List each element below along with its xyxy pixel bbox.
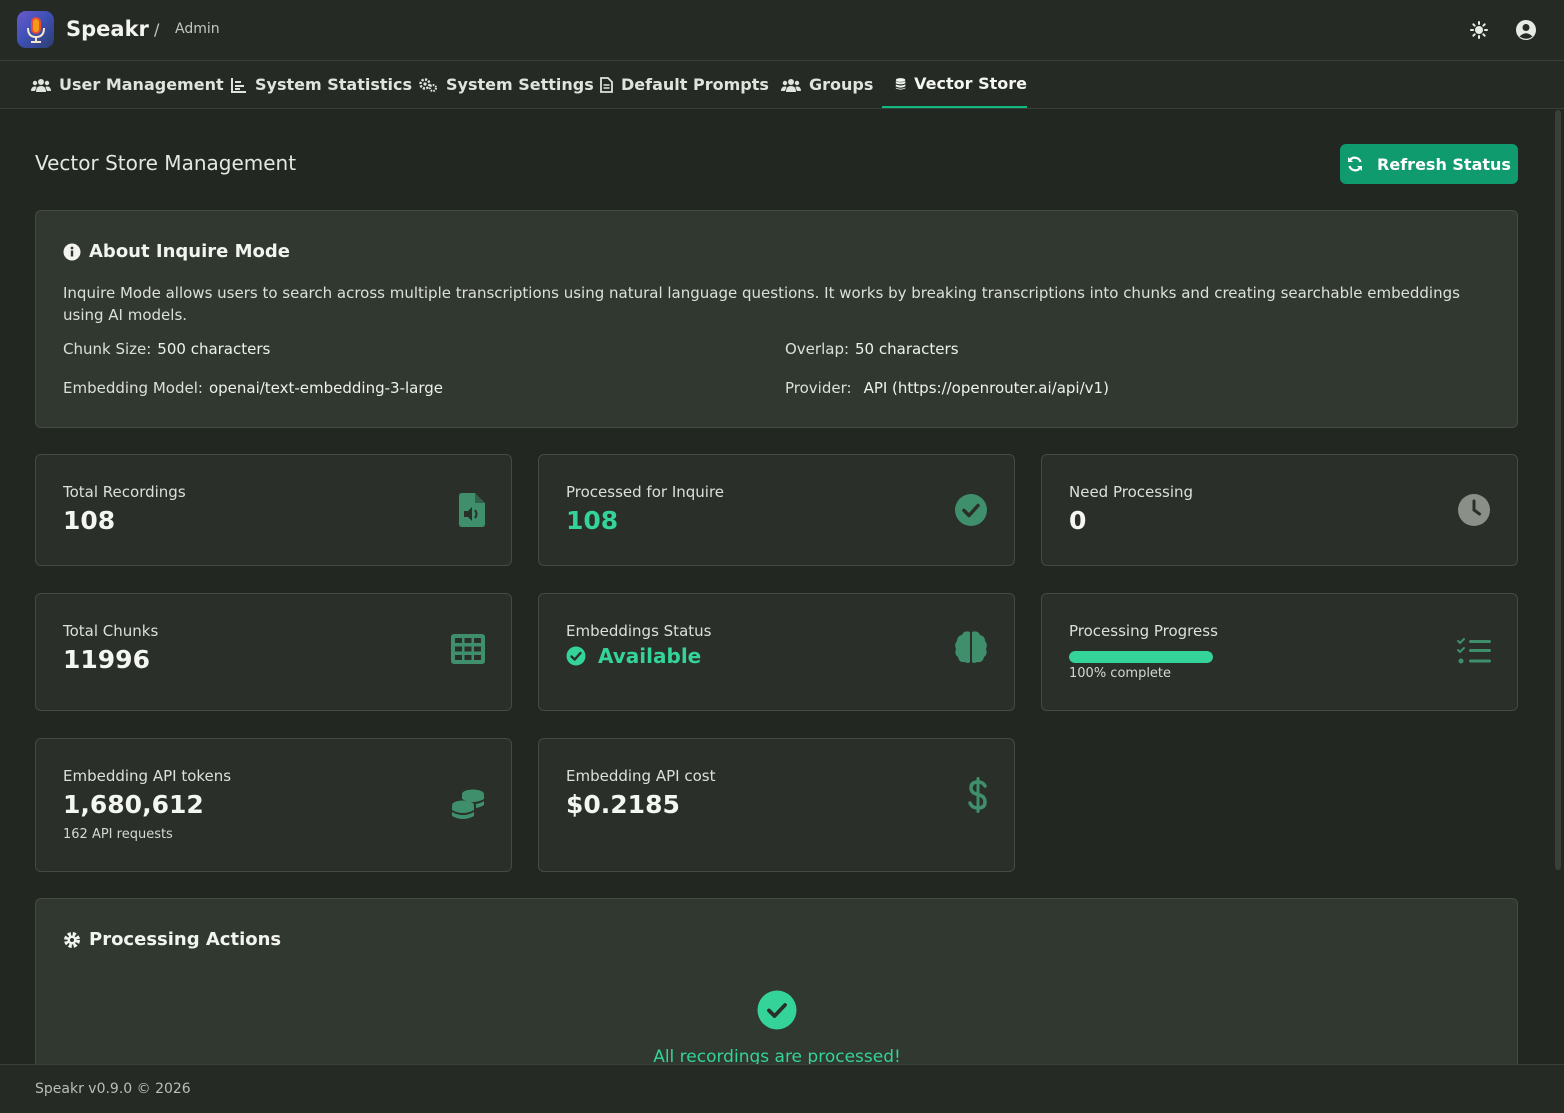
tab-label: System Settings [446,75,594,94]
footer-version: Speakr v0.9.0 © 2026 [35,1081,191,1097]
card-value: 11996 [63,645,150,674]
about-inquire-panel: About Inquire Mode Inquire Mode allows u… [35,210,1518,428]
page-scrollbar[interactable] [1555,110,1561,870]
need-processing-card: Need Processing 0 [1041,454,1518,566]
breadcrumb-separator: / [154,20,160,39]
provider-label: Provider: [785,379,852,397]
users-icon [31,78,51,92]
api-requests-count: 162 API requests [63,827,173,842]
card-label: Total Recordings [63,483,186,501]
about-inquire-title-text: About Inquire Mode [89,241,290,262]
user-menu-button[interactable] [1514,18,1538,42]
check-circle-icon [757,990,797,1030]
check-circle-icon [566,646,586,666]
card-label: Total Chunks [63,622,159,640]
embeddings-status-text: Available [598,644,702,668]
info-circle-icon [63,243,81,260]
table-grid-icon [451,634,485,664]
processing-actions-title-text: Processing Actions [89,929,282,950]
breadcrumb-admin[interactable]: Admin [175,21,220,37]
embedding-api-cost-card: Embedding API cost $0.2185 [538,738,1015,872]
footer: Speakr v0.9.0 © 2026 [0,1064,1564,1113]
card-value: 108 [63,506,116,535]
chunk-size-label: Chunk Size: [63,340,152,358]
tab-label: Groups [809,75,874,94]
provider-row: Provider: API (https://openrouter.ai/api/… [785,379,1109,397]
tab-default-prompts[interactable]: Default Prompts [600,61,769,108]
embeddings-status-value: Available [566,644,701,668]
brain-icon [955,631,987,663]
tab-label: Default Prompts [621,75,769,94]
card-label: Need Processing [1069,483,1194,501]
embedding-model-row: Embedding Model: openai/text-embedding-3-… [63,379,443,397]
chunk-size-value: 500 characters [157,340,271,358]
tab-user-management[interactable]: User Management [31,61,224,108]
about-inquire-description: Inquire Mode allows users to search acro… [63,284,1460,324]
card-label: Processed for Inquire [566,483,725,501]
admin-tabs: User Management System Statistics System… [0,61,1564,109]
overlap-row: Overlap: 50 characters [785,340,959,358]
card-label: Embeddings Status [566,622,712,640]
processing-actions-title: Processing Actions [63,929,281,950]
database-icon [895,77,906,90]
card-value: 108 [566,506,619,535]
embedding-model-label: Embedding Model: [63,379,203,397]
file-icon [600,76,613,93]
user-circle-icon [1516,20,1536,40]
overlap-label: Overlap: [785,340,850,358]
dollar-sign-icon [968,777,987,813]
processing-progress-caption: 100% complete [1069,666,1172,681]
card-label: Processing Progress [1069,622,1218,640]
processing-progress-fill [1069,651,1213,663]
embedding-model-value: openai/text-embedding-3-large [208,379,444,397]
tab-label: System Statistics [255,75,412,94]
app-name[interactable]: Speakr [66,17,149,41]
processed-for-inquire-card: Processed for Inquire 108 [538,454,1015,566]
coins-icon [452,789,484,819]
provider-value: API (https://openrouter.ai/api/v1) [863,379,1109,397]
microphone-icon [26,16,45,43]
tab-groups[interactable]: Groups [781,61,873,108]
cogs-icon [419,77,437,92]
tasks-list-icon [1457,638,1491,664]
sun-icon [1470,21,1488,39]
embedding-api-tokens-card: Embedding API tokens 1,680,612 162 API r… [35,738,512,872]
gear-icon [64,931,80,948]
embeddings-status-card: Embeddings Status Available [538,593,1015,711]
card-label: Embedding API tokens [63,767,232,785]
file-audio-icon [459,493,485,527]
tab-system-statistics[interactable]: System Statistics [231,61,412,108]
total-chunks-card: Total Chunks 11996 [35,593,512,711]
chunk-size-row: Chunk Size: 500 characters [63,340,270,358]
check-circle-icon [955,494,987,526]
total-recordings-card: Total Recordings 108 [35,454,512,566]
chart-icon [231,77,246,93]
processing-progress-bar [1069,651,1213,663]
refresh-status-label: Refresh Status [1377,154,1511,174]
card-value: 0 [1069,506,1087,535]
processing-actions-panel: Processing Actions All recordings are pr… [35,898,1518,1078]
clock-icon [1458,494,1490,526]
card-value: $0.2185 [566,790,680,819]
refresh-icon [1348,156,1363,172]
processing-progress-card: Processing Progress 100% complete [1041,593,1518,711]
top-bar: Speakr / Admin [0,0,1564,61]
about-inquire-title: About Inquire Mode [63,241,290,262]
tab-label: User Management [59,75,224,94]
tab-vector-store[interactable]: Vector Store [882,61,1027,108]
page-title: Vector Store Management [35,151,297,175]
users-icon [781,78,801,92]
overlap-value: 50 characters [855,340,959,358]
app-logo[interactable] [17,11,54,48]
tab-system-settings[interactable]: System Settings [418,61,594,108]
theme-toggle-button[interactable] [1467,18,1491,42]
card-value: 1,680,612 [63,790,204,819]
refresh-status-button[interactable]: Refresh Status [1340,144,1518,184]
tab-label: Vector Store [914,74,1027,93]
card-label: Embedding API cost [566,767,716,785]
